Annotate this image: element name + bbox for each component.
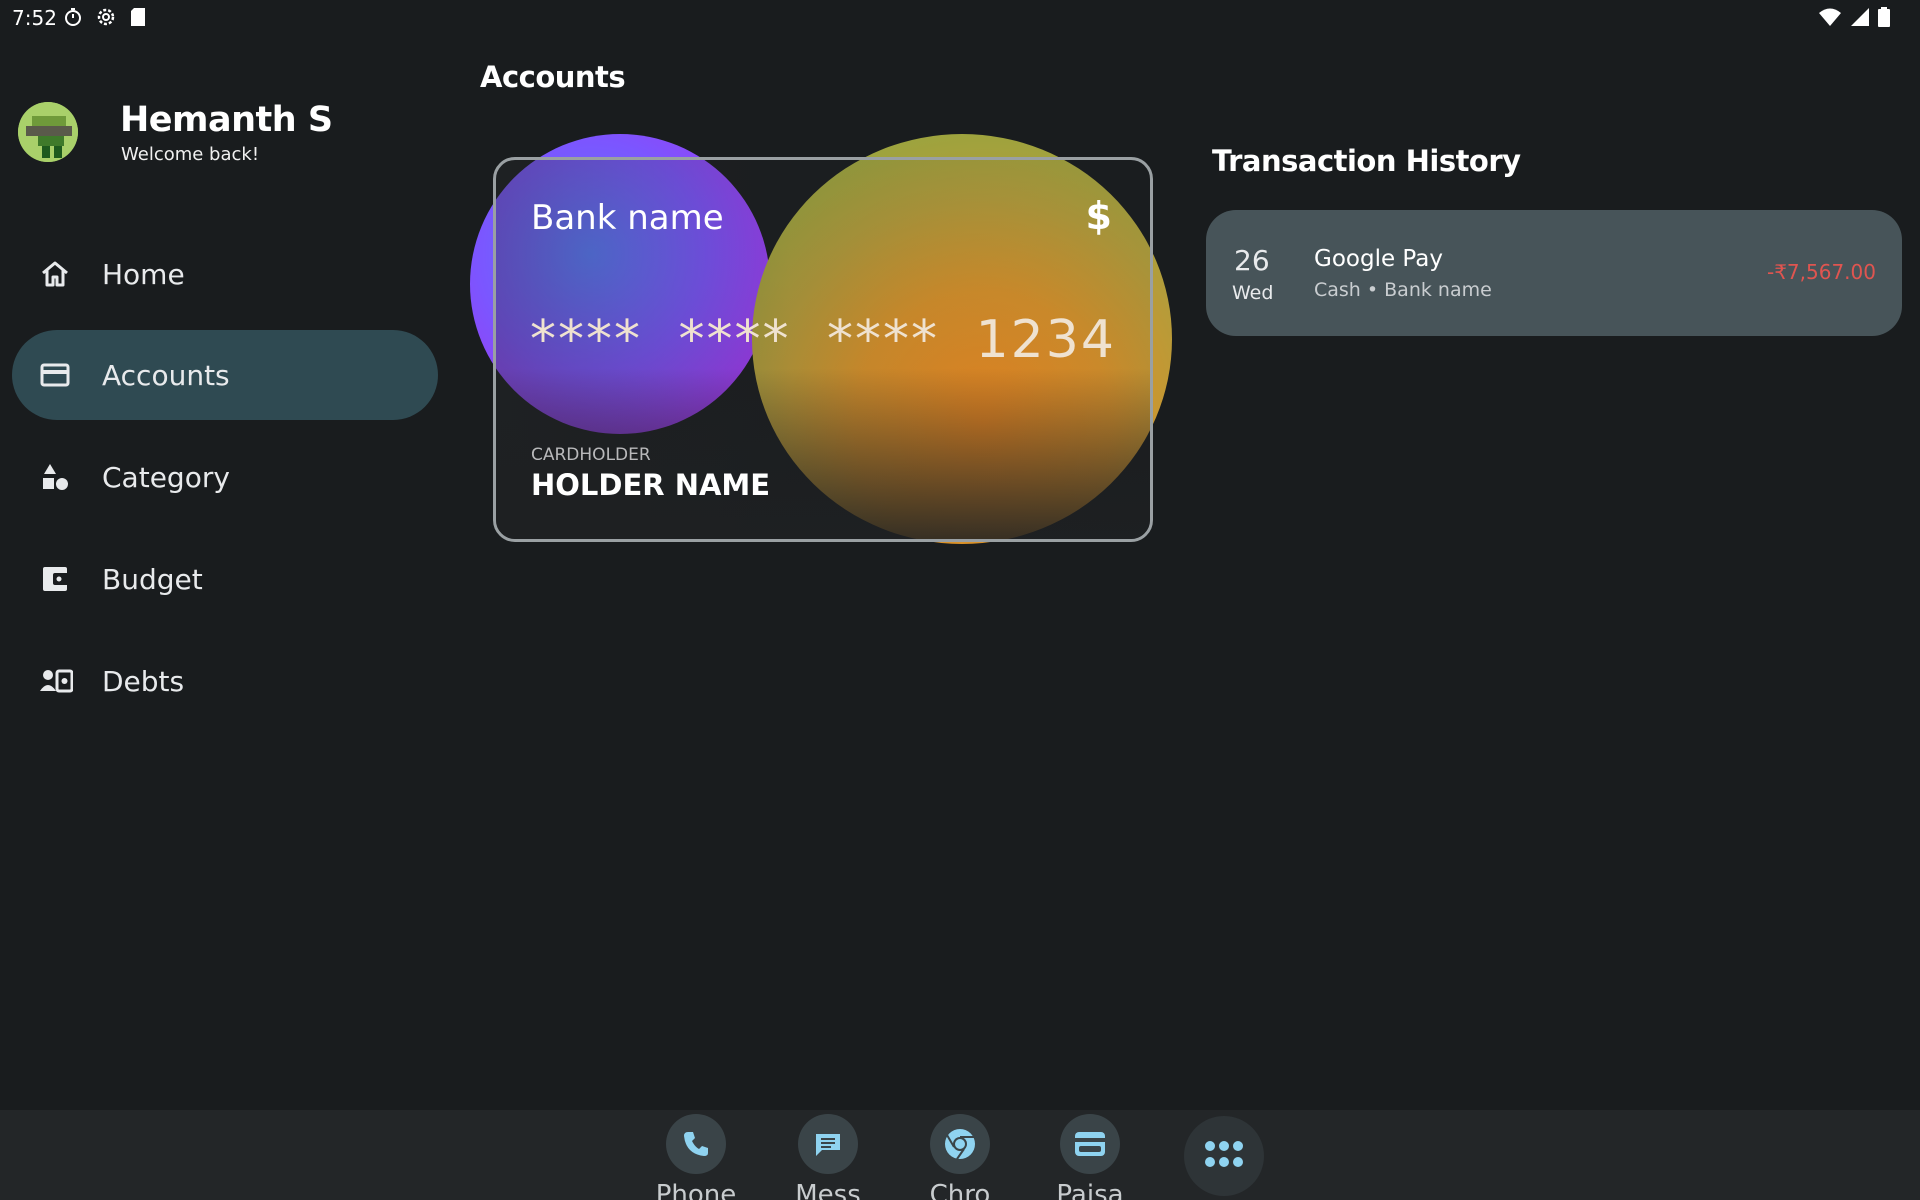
card-currency: $ xyxy=(1085,194,1112,238)
transaction-weekday: Wed xyxy=(1232,282,1274,304)
battery-icon xyxy=(1878,7,1890,31)
sidebar-item-label: Debts xyxy=(102,664,185,698)
dock-app-phone[interactable]: Phone xyxy=(646,1114,746,1200)
sidebar-item-home[interactable]: Home xyxy=(12,229,438,319)
debts-icon xyxy=(39,665,74,697)
sidebar-item-category[interactable]: Category xyxy=(12,432,438,522)
sidebar-item-budget[interactable]: Budget xyxy=(12,534,438,624)
dock-app-chrome[interactable]: Chro xyxy=(910,1114,1010,1200)
settings-icon xyxy=(95,6,117,32)
dock-label: Paisa xyxy=(1056,1180,1124,1200)
sidebar-item-label: Budget xyxy=(102,562,203,596)
wallet-icon xyxy=(39,563,71,595)
sidebar-item-label: Accounts xyxy=(102,358,230,392)
page-title: Accounts xyxy=(480,60,626,94)
credit-card-icon xyxy=(39,359,71,391)
account-card[interactable]: Bank name $ **** **** **** 1234 CARDHOLD… xyxy=(462,130,1172,550)
card-holder-label: CARDHOLDER xyxy=(531,445,651,465)
timer-icon xyxy=(63,7,83,31)
paisa-icon xyxy=(1060,1114,1120,1174)
sidebar-item-label: Home xyxy=(102,257,185,291)
app-drawer-button[interactable] xyxy=(1184,1116,1264,1196)
card-number: **** **** **** 1234 xyxy=(530,310,1116,370)
card-glass: Bank name $ **** **** **** 1234 CARDHOLD… xyxy=(493,157,1153,542)
transaction-item[interactable]: 26 Wed Google Pay Cash • Bank name -₹7,5… xyxy=(1206,210,1902,336)
signal-icon xyxy=(1850,7,1870,31)
home-icon xyxy=(39,258,71,290)
dock-label: Chro xyxy=(929,1180,991,1200)
avatar[interactable] xyxy=(18,102,78,162)
sd-card-icon xyxy=(129,7,147,31)
sidebar-item-label: Category xyxy=(102,460,230,494)
wifi-icon xyxy=(1818,7,1842,31)
transaction-meta: Cash • Bank name xyxy=(1314,279,1492,301)
dock-app-paisa[interactable]: Paisa xyxy=(1040,1114,1140,1200)
dock-app-messages[interactable]: Mess xyxy=(778,1114,878,1200)
sidebar-item-debts[interactable]: Debts xyxy=(12,636,438,726)
transaction-day: 26 xyxy=(1234,244,1270,277)
user-name: Hemanth S xyxy=(120,100,333,140)
card-holder-name: HOLDER NAME xyxy=(531,468,771,502)
transaction-amount: -₹7,567.00 xyxy=(1766,260,1876,284)
chrome-icon xyxy=(930,1114,990,1174)
phone-icon xyxy=(666,1114,726,1174)
app-drawer-icon xyxy=(1204,1140,1244,1172)
messages-icon xyxy=(798,1114,858,1174)
sidebar-item-accounts[interactable]: Accounts xyxy=(12,330,438,420)
transaction-history-title: Transaction History xyxy=(1212,144,1521,178)
dock-label: Phone xyxy=(655,1180,737,1200)
welcome-text: Welcome back! xyxy=(121,144,260,165)
dock-label: Mess xyxy=(795,1180,861,1200)
category-icon xyxy=(39,461,71,493)
status-time: 7:52 xyxy=(12,6,57,30)
transaction-name: Google Pay xyxy=(1314,246,1443,272)
card-bank-name: Bank name xyxy=(531,198,724,238)
status-bar: 7:52 xyxy=(0,0,1920,36)
